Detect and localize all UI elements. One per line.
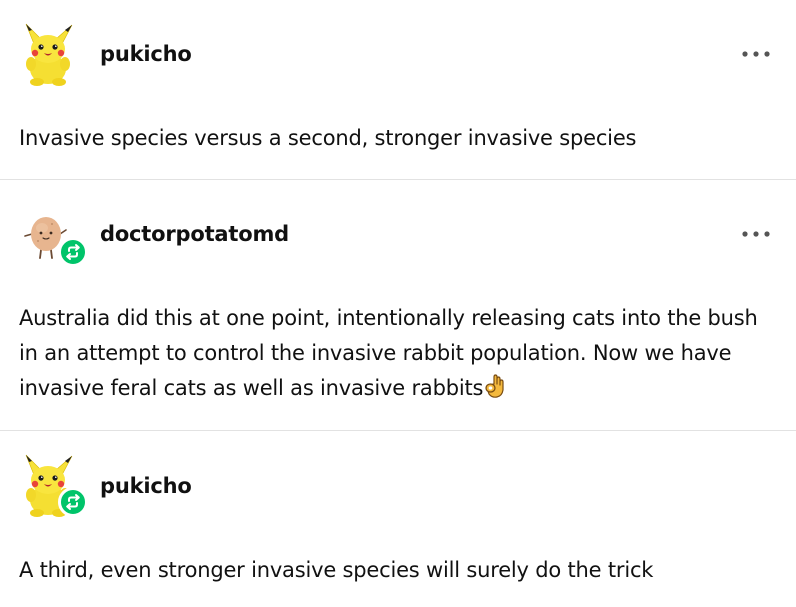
reblog-icon bbox=[58, 487, 88, 517]
post-username[interactable]: pukicho bbox=[100, 474, 192, 498]
post-username[interactable]: doctorpotatomd bbox=[100, 222, 289, 246]
post-body: Invasive species versus a second, strong… bbox=[19, 126, 637, 150]
ok-hand-emoji bbox=[483, 373, 505, 410]
more-options-icon[interactable] bbox=[738, 44, 774, 64]
post-body: A third, even stronger invasive species … bbox=[19, 558, 654, 582]
more-options-icon[interactable] bbox=[738, 224, 774, 244]
reblog-icon bbox=[58, 237, 88, 267]
pikachu-plush-icon[interactable] bbox=[20, 22, 76, 87]
post-username[interactable]: pukicho bbox=[100, 42, 192, 66]
post-body: Australia did this at one point, intenti… bbox=[19, 301, 769, 410]
post-2: doctorpotatomd Australia did this at one… bbox=[0, 180, 796, 430]
post-1: pukicho Invasive species versus a second… bbox=[0, 0, 796, 180]
post-3: pukicho A third, even stronger invasive … bbox=[0, 431, 796, 607]
post-body-text: Australia did this at one point, intenti… bbox=[19, 306, 758, 400]
